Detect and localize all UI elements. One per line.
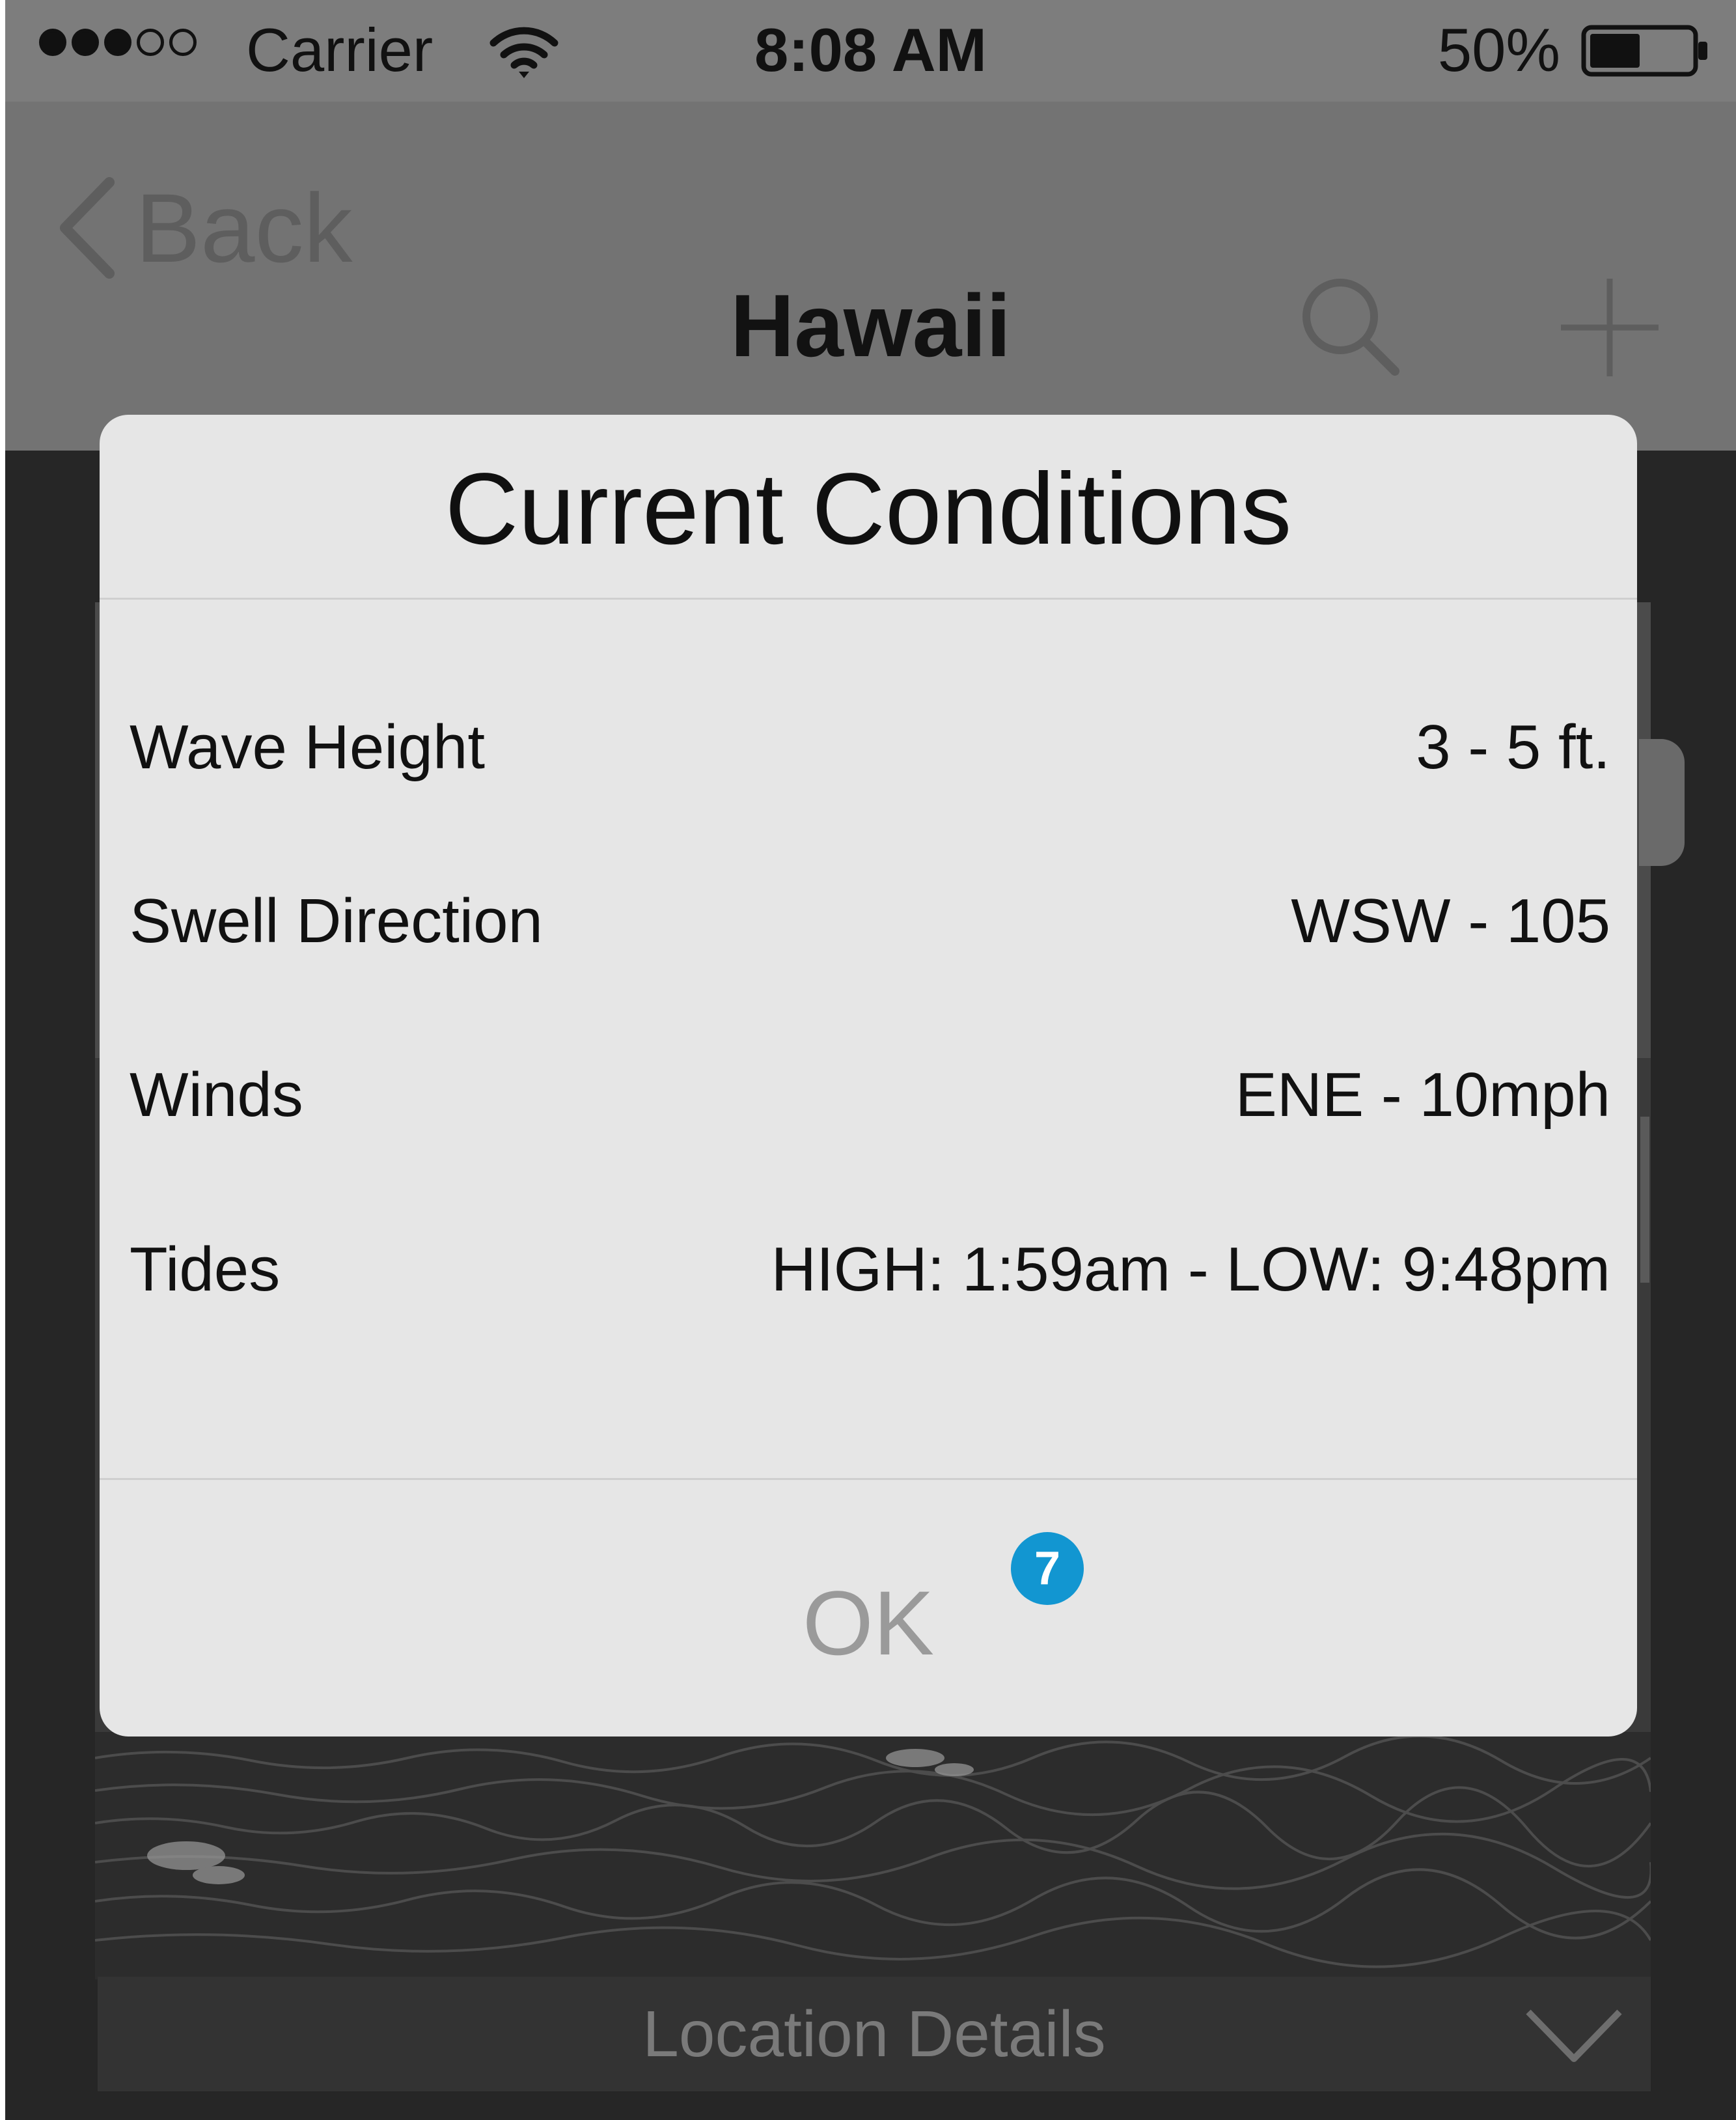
dialog-divider [100,598,1637,600]
condition-row-swell-direction: Swell Direction WSW - 105 [130,879,1610,964]
side-strip [1640,1117,1649,1283]
battery-fill [1590,34,1640,68]
status-bar: Carrier 8:08 AM 50% [5,0,1736,102]
battery-percent: 50% [1437,16,1560,84]
condition-value: ENE - 10mph [1235,1060,1610,1130]
plus-icon[interactable] [1554,272,1665,383]
condition-row-wave-height: Wave Height 3 - 5 ft. [130,705,1610,790]
ok-button-label: OK [802,1572,935,1674]
chevron-down-icon [1526,2009,1622,2062]
search-icon[interactable] [1297,273,1401,378]
condition-value: HIGH: 1:59am - LOW: 9:48pm [771,1234,1610,1304]
step-badge: 7 [1011,1532,1084,1605]
battery-icon [1581,25,1707,77]
condition-value: 3 - 5 ft. [1416,712,1610,782]
condition-label: Tides [130,1234,281,1304]
condition-row-tides: Tides HIGH: 1:59am - LOW: 9:48pm [130,1227,1610,1312]
side-tab [1639,739,1685,866]
back-button[interactable]: Back [51,169,352,286]
location-details-label: Location Details [642,1998,1106,2071]
dialog-title: Current Conditions [445,453,1292,566]
ok-button[interactable]: OK [100,1480,1637,1736]
condition-value: WSW - 105 [1291,886,1610,956]
phone-screen: Carrier 8:08 AM 50% Back Hawaii Location… [5,0,1736,2120]
back-label: Back [135,173,353,283]
condition-label: Swell Direction [130,886,543,956]
location-details-bar[interactable]: Location Details [98,1977,1651,2091]
page-title: Hawaii [730,276,1011,375]
chevron-left-icon [60,177,115,279]
condition-row-winds: Winds ENE - 10mph [130,1053,1610,1137]
condition-label: Wave Height [130,712,485,782]
condition-label: Winds [130,1060,303,1130]
current-conditions-dialog: Current Conditions Wave Height 3 - 5 ft.… [100,415,1637,1736]
ocean-waves-image [95,1732,1651,1979]
